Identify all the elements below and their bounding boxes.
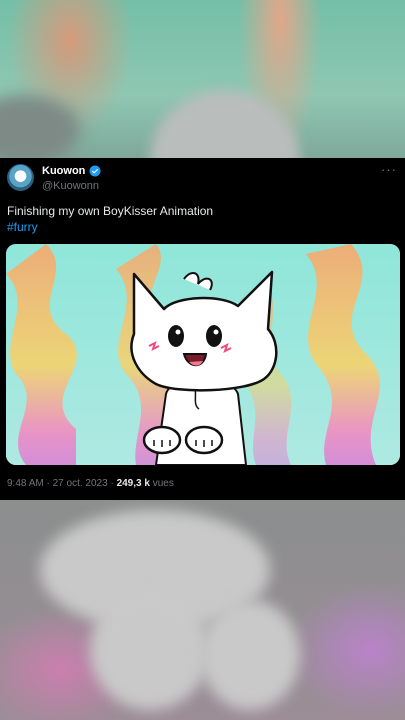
background-paw-blur — [90, 590, 210, 710]
background-cat-head-blur — [150, 90, 300, 158]
verified-badge-icon — [89, 165, 101, 177]
tweet-media[interactable] — [6, 244, 400, 465]
background-blur-top — [0, 0, 405, 158]
tweet-card[interactable]: Kuowon @Kuowonn ··· Finishing my own Boy… — [0, 158, 405, 500]
meta-separator: · — [46, 478, 50, 489]
meta-separator: · — [110, 478, 114, 489]
display-name[interactable]: Kuowon — [42, 165, 85, 177]
views-label: vues — [152, 478, 174, 489]
user-handle[interactable]: @Kuowonn — [42, 180, 99, 192]
tweet-text: Finishing my own BoyKisser Animation — [7, 204, 214, 218]
animation-frame-illustration — [6, 244, 400, 465]
tweet-meta: 9:48 AM · 27 oct. 2023 · 249,3 k vues — [7, 478, 174, 489]
background-shape-blur — [0, 95, 80, 158]
author-name-row: Kuowon — [42, 165, 101, 177]
hashtag-link[interactable]: #furry — [7, 220, 38, 234]
background-paw-blur — [200, 600, 300, 710]
views-count: 249,3 k — [116, 478, 150, 489]
tweet-time[interactable]: 9:48 AM — [7, 478, 44, 489]
tweet-date[interactable]: 27 oct. 2023 — [53, 478, 108, 489]
more-options-icon[interactable]: ··· — [381, 162, 397, 177]
background-blur-bottom — [0, 500, 405, 720]
avatar[interactable] — [7, 164, 34, 191]
